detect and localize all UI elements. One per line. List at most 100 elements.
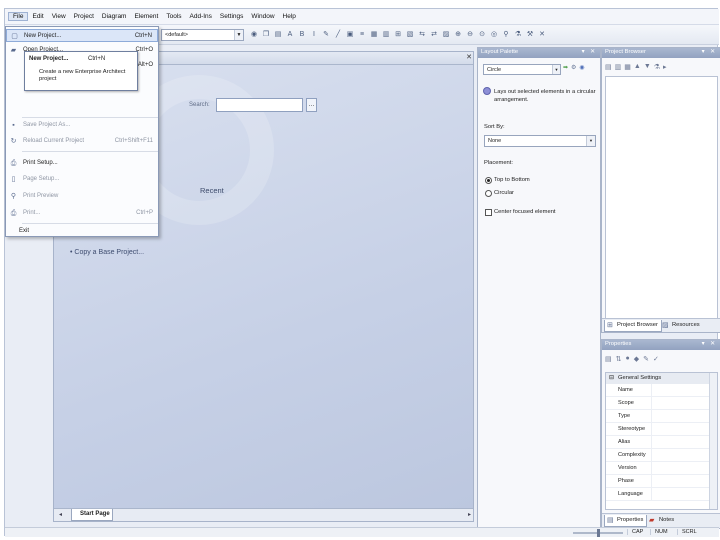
property-value[interactable]	[651, 423, 710, 436]
general-settings-group[interactable]: ⊟ General Settings	[606, 373, 710, 384]
property-row[interactable]: Language	[606, 488, 710, 501]
project-tree[interactable]	[605, 76, 718, 319]
property-row[interactable]: Phase	[606, 475, 710, 488]
search-input[interactable]	[216, 98, 303, 112]
property-row[interactable]: Name	[606, 384, 710, 397]
tab-notes[interactable]: ▰ Notes	[647, 515, 677, 527]
new-folder-icon[interactable]: ▤	[605, 63, 612, 71]
info-icon[interactable]: ●	[626, 355, 630, 363]
apply-arrow-icon[interactable]: ➡	[563, 64, 568, 71]
tab-scroll-right-icon[interactable]: ▸	[468, 511, 471, 518]
menu-item-save-project-as[interactable]: ▪ Save Project As...	[6, 119, 158, 132]
property-value[interactable]	[651, 488, 710, 501]
new-diagram-icon[interactable]: ▥	[615, 63, 622, 71]
categorized-icon[interactable]: ▤	[605, 355, 612, 363]
property-value[interactable]	[651, 462, 710, 475]
perspective-combo[interactable]: <default> ▼	[161, 29, 244, 41]
property-row[interactable]: Version	[606, 462, 710, 475]
sort-by-select[interactable]: None ▼	[484, 135, 596, 147]
layout-type-combo[interactable]: Circle ▼	[483, 64, 561, 75]
line-icon[interactable]: ╱	[333, 29, 343, 40]
menu-item-print[interactable]: ⎙ Print... Ctrl+P	[6, 207, 158, 220]
grid-icon[interactable]: ▦	[369, 29, 379, 40]
connector-icon[interactable]: ⇆	[417, 29, 427, 40]
table-icon[interactable]: ▥	[381, 29, 391, 40]
sort-alpha-icon[interactable]: ⇅	[616, 355, 622, 363]
menu-settings[interactable]: Settings	[216, 13, 248, 20]
more-icon[interactable]: ▸	[663, 63, 667, 71]
new-element-icon[interactable]: ▦	[624, 63, 631, 71]
menu-item-print-setup[interactable]: ⎙ Print Setup...	[6, 157, 158, 170]
property-value[interactable]	[651, 436, 710, 449]
move-up-icon[interactable]: ▲	[634, 63, 641, 71]
menu-file[interactable]: File	[8, 12, 29, 21]
collapse-icon[interactable]: ⊟	[609, 374, 614, 381]
navigate-icon[interactable]: ⇄	[429, 29, 439, 40]
globe-icon[interactable]: ◉	[249, 29, 259, 40]
menu-diagram[interactable]: Diagram	[98, 13, 131, 20]
layout-icon[interactable]: ▧	[405, 29, 415, 40]
center-focused-checkbox[interactable]	[485, 209, 492, 216]
menu-item-print-preview[interactable]: ⚲ Print Preview	[6, 190, 158, 203]
menu-window[interactable]: Window	[247, 13, 278, 20]
menu-element[interactable]: Element	[130, 13, 162, 20]
paint-icon[interactable]: ✎	[321, 29, 331, 40]
search-go-button[interactable]: …	[306, 98, 317, 112]
close-icon[interactable]: ✕	[466, 53, 472, 61]
property-row[interactable]: Type	[606, 410, 710, 423]
menu-item-page-setup[interactable]: ▯ Page Setup...	[6, 173, 158, 186]
search-icon[interactable]: ⚲	[501, 29, 511, 40]
chevron-down-icon[interactable]: ▼	[234, 30, 243, 40]
panel-controls-icon[interactable]: ▾ ✕	[702, 49, 717, 55]
copy-base-project-link[interactable]: • Copy a Base Project...	[70, 249, 144, 256]
font-icon[interactable]: A	[285, 29, 295, 40]
property-value[interactable]	[651, 410, 710, 423]
check-icon[interactable]: ✓	[653, 355, 659, 363]
chevron-down-icon[interactable]: ▼	[552, 65, 560, 74]
copy-icon[interactable]: ❐	[261, 29, 271, 40]
property-value[interactable]	[651, 397, 710, 410]
zoom-out-icon[interactable]: ⊖	[465, 29, 475, 40]
panel-controls-icon[interactable]: ▾ ✕	[702, 341, 717, 347]
tab-project-browser[interactable]: ⊞ Project Browser	[604, 320, 662, 332]
property-row[interactable]: Scope	[606, 397, 710, 410]
menu-item-exit[interactable]: Exit	[6, 225, 158, 238]
fill-icon[interactable]: ▣	[345, 29, 355, 40]
panel-controls-icon[interactable]: ▾ ✕	[582, 49, 597, 55]
zoom-in-icon[interactable]: ⊕	[453, 29, 463, 40]
align-icon[interactable]: ≡	[357, 29, 367, 40]
menu-item-new-project[interactable]: ▢ New Project... Ctrl+N	[6, 29, 158, 42]
property-value[interactable]	[651, 475, 710, 488]
property-value[interactable]	[651, 384, 710, 397]
bold-icon[interactable]: B	[297, 29, 307, 40]
property-row[interactable]: Alias	[606, 436, 710, 449]
menu-project[interactable]: Project	[70, 13, 98, 20]
zoom-slider-handle[interactable]	[597, 529, 600, 537]
tab-start-page[interactable]: Start Page	[71, 509, 113, 521]
tools-icon[interactable]: ⚒	[525, 29, 535, 40]
tag-icon[interactable]: ◆	[634, 355, 639, 363]
italic-icon[interactable]: I	[309, 29, 319, 40]
move-down-icon[interactable]: ▼	[644, 63, 651, 71]
filter-icon[interactable]: ⚗	[654, 63, 660, 71]
property-row[interactable]: Complexity	[606, 449, 710, 462]
edit-icon[interactable]: ✎	[643, 355, 649, 363]
menu-tools[interactable]: Tools	[162, 13, 185, 20]
menu-item-reload-project[interactable]: ↻ Reload Current Project Ctrl+Shift+F11	[6, 135, 158, 148]
property-row[interactable]: Stereotype	[606, 423, 710, 436]
menu-add-ins[interactable]: Add-Ins	[186, 13, 216, 20]
menu-help[interactable]: Help	[279, 13, 300, 20]
tree-icon[interactable]: ⊞	[393, 29, 403, 40]
chevron-down-icon[interactable]: ▼	[586, 136, 595, 146]
radio-top-to-bottom[interactable]	[485, 177, 492, 184]
menu-edit[interactable]: Edit	[28, 13, 47, 20]
tab-properties[interactable]: ▤ Properties	[604, 515, 648, 527]
paste-icon[interactable]: ▤	[273, 29, 283, 40]
property-value[interactable]	[651, 449, 710, 462]
settings-icon[interactable]: ⚙	[571, 64, 576, 71]
close-icon[interactable]: ✕	[537, 29, 547, 40]
radio-circular[interactable]	[485, 190, 492, 197]
zoom-fit-icon[interactable]: ⊙	[477, 29, 487, 40]
tab-resources[interactable]: ▨ Resources	[660, 320, 703, 332]
globe-icon[interactable]: ◉	[579, 64, 584, 71]
